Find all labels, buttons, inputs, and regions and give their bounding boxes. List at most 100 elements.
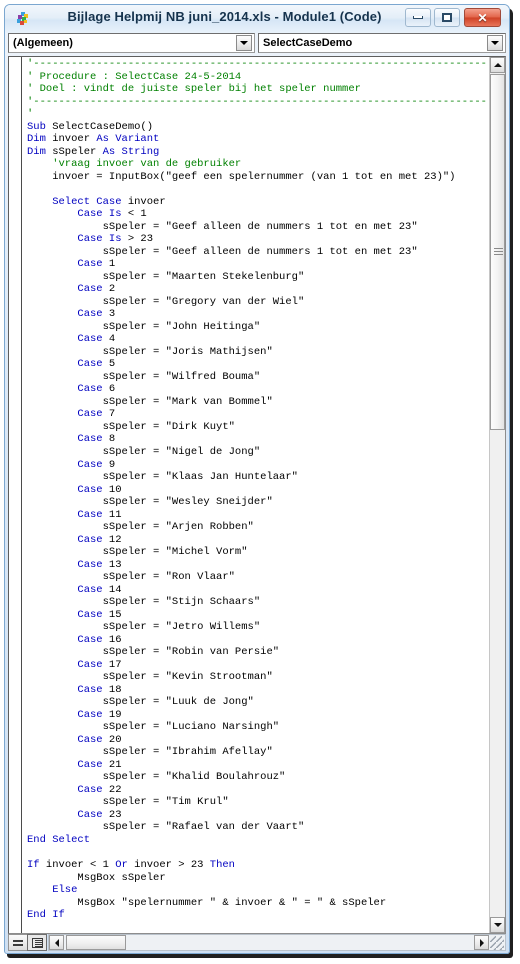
- code-line: sSpeler = "Klaas Jan Huntelaar": [27, 471, 298, 484]
- full-module-view-icon: [31, 937, 43, 948]
- code-line: Case 23: [27, 808, 122, 821]
- title-bar: Bijlage Helpmij NB juni_2014.xls - Modul…: [5, 5, 509, 33]
- code-line: Case 6: [27, 383, 116, 396]
- chevron-down-icon[interactable]: [236, 35, 252, 51]
- horizontal-scrollbar[interactable]: [48, 934, 506, 951]
- code-line: sSpeler = "Geef alleen de nummers 1 tot …: [27, 220, 418, 233]
- code-line: Case 13: [27, 558, 122, 571]
- code-pane-toolbar: (Algemeen) SelectCaseDemo: [8, 33, 506, 55]
- chevron-down-icon[interactable]: [487, 35, 503, 51]
- code-line: MsgBox "spelernummer " & invoer & " = " …: [27, 896, 387, 909]
- code-line: sSpeler = "Tim Krul": [27, 796, 229, 809]
- close-button[interactable]: ✕: [464, 8, 501, 27]
- code-line: ' Procedure : SelectCase 24-5-2014: [27, 70, 242, 83]
- code-line: Case 8: [27, 433, 116, 446]
- code-line: sSpeler = "Stijn Schaars": [27, 596, 261, 609]
- code-line: Case 10: [27, 483, 122, 496]
- code-line: sSpeler = "Wesley Sneijder": [27, 496, 273, 509]
- code-text[interactable]: '---------------------------------------…: [27, 58, 487, 922]
- restore-button[interactable]: [434, 8, 460, 27]
- code-line: Case 4: [27, 333, 116, 346]
- horizontal-scroll-thumb[interactable]: [66, 935, 126, 950]
- code-line: Case 17: [27, 658, 122, 671]
- code-line: sSpeler = "Maarten Stekelenburg": [27, 270, 305, 283]
- chevron-right-icon: [479, 938, 484, 947]
- code-line: sSpeler = "Mark van Bommel": [27, 395, 273, 408]
- object-dropdown[interactable]: (Algemeen): [8, 33, 255, 53]
- window-title: Bijlage Helpmij NB juni_2014.xls - Modul…: [67, 9, 382, 24]
- code-line: Case 3: [27, 308, 116, 321]
- code-line: sSpeler = "Ibrahim Afellay": [27, 746, 273, 759]
- code-line: '---------------------------------------…: [27, 58, 487, 70]
- scroll-thumb-grip-icon: [494, 248, 503, 255]
- code-line: invoer = InputBox("geef een spelernummer…: [27, 170, 456, 183]
- code-line: sSpeler = "Kevin Strootman": [27, 671, 273, 684]
- code-line: Case 15: [27, 608, 122, 621]
- code-line: Case 1: [27, 258, 116, 271]
- code-line: sSpeler = "Joris Mathijsen": [27, 345, 273, 358]
- code-line: 'vraag invoer van de gebruiker: [27, 158, 242, 171]
- procedure-view-button[interactable]: [8, 934, 28, 951]
- code-line: Dim invoer As Variant: [27, 133, 160, 146]
- code-line: sSpeler = "Luciano Narsingh": [27, 721, 280, 734]
- code-line: Case 2: [27, 283, 116, 296]
- code-line: ': [27, 108, 34, 121]
- code-line: Dim sSpeler As String: [27, 145, 160, 158]
- restore-icon: [442, 13, 452, 22]
- code-line: sSpeler = "Geef alleen de nummers 1 tot …: [27, 245, 418, 258]
- code-line: sSpeler = "Michel Vorm": [27, 546, 248, 559]
- code-line: Case 12: [27, 533, 122, 546]
- scroll-down-button[interactable]: [490, 917, 505, 933]
- scroll-right-button[interactable]: [474, 935, 489, 950]
- code-line: Select Case invoer: [27, 195, 166, 208]
- vba-module-icon: [14, 10, 32, 28]
- vertical-scroll-thumb[interactable]: [490, 74, 505, 430]
- chevron-up-icon: [493, 63, 502, 67]
- code-line: sSpeler = "John Heitinga": [27, 320, 261, 333]
- object-dropdown-value: (Algemeen): [13, 37, 73, 49]
- scroll-up-button[interactable]: [490, 57, 505, 73]
- procedure-dropdown[interactable]: SelectCaseDemo: [258, 33, 506, 53]
- procedure-view-icon: [13, 938, 23, 947]
- chevron-left-icon: [54, 938, 59, 947]
- code-line: Case Is > 23: [27, 233, 154, 246]
- procedure-dropdown-value: SelectCaseDemo: [263, 37, 353, 49]
- chevron-down-icon: [493, 923, 502, 927]
- code-line: Else: [27, 884, 78, 897]
- resize-grip-icon[interactable]: [490, 936, 504, 950]
- code-line: sSpeler = "Robin van Persie": [27, 646, 280, 659]
- full-module-view-button[interactable]: [27, 934, 47, 951]
- code-line: Case 9: [27, 458, 116, 471]
- code-line: Case 11: [27, 508, 122, 521]
- scroll-left-button[interactable]: [49, 935, 64, 950]
- code-line: Case 20: [27, 733, 122, 746]
- margin-indicator-bar[interactable]: [9, 57, 22, 933]
- code-line: Case 18: [27, 683, 122, 696]
- code-line: End If: [27, 909, 65, 922]
- code-line: sSpeler = "Dirk Kuyt": [27, 420, 235, 433]
- minimize-button[interactable]: [405, 8, 431, 27]
- code-line: sSpeler = "Nigel de Jong": [27, 445, 261, 458]
- code-line: '---------------------------------------…: [27, 95, 487, 108]
- code-line: sSpeler = "Ron Vlaar": [27, 571, 235, 584]
- minimize-icon: [413, 16, 423, 19]
- code-line: sSpeler = "Jetro Willems": [27, 621, 261, 634]
- code-line: sSpeler = "Wilfred Bouma": [27, 370, 261, 383]
- code-editor-pane[interactable]: '---------------------------------------…: [8, 56, 506, 934]
- code-line: End Select: [27, 833, 91, 846]
- code-line: sSpeler = "Arjen Robben": [27, 521, 254, 534]
- code-line: sSpeler = "Gregory van der Wiel": [27, 295, 305, 308]
- code-line: sSpeler = "Rafael van der Vaart": [27, 821, 305, 834]
- code-line: If invoer < 1 Or invoer > 23 Then: [27, 859, 235, 871]
- code-line: Sub SelectCaseDemo(): [27, 120, 154, 133]
- code-line: Case 14: [27, 583, 122, 596]
- code-line: sSpeler = "Khalid Boulahrouz": [27, 771, 286, 784]
- code-line: Case 7: [27, 408, 116, 421]
- vertical-scrollbar[interactable]: [489, 57, 505, 933]
- code-line: ' Doel : vindt de juiste speler bij het …: [27, 83, 361, 96]
- code-line: Case 22: [27, 783, 122, 796]
- code-line: MsgBox sSpeler: [27, 871, 166, 884]
- code-line: Case 21: [27, 758, 122, 771]
